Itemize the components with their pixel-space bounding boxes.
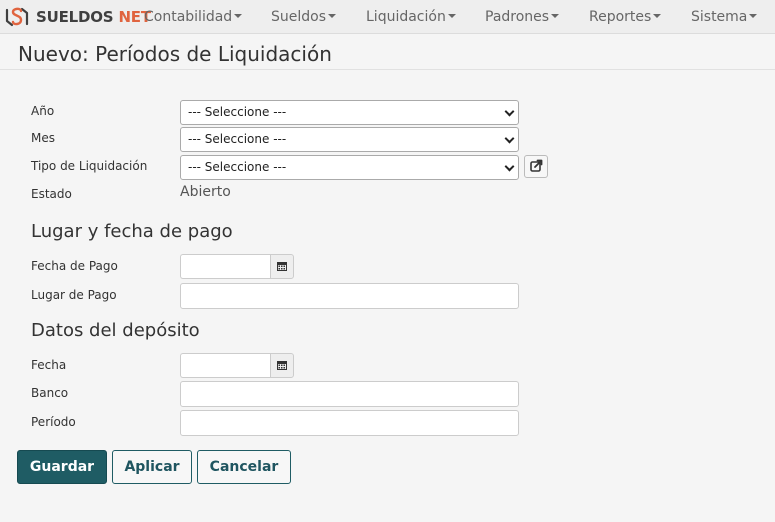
brand-name: SUELDOS NET (36, 8, 151, 26)
fecha-pago-input[interactable] (180, 254, 271, 279)
caret-down-icon (653, 14, 662, 18)
anio-select[interactable]: --- Seleccione --- (180, 100, 519, 125)
guardar-button[interactable]: Guardar (17, 450, 107, 484)
fecha-deposito-calendar-button[interactable] (270, 353, 294, 378)
calendar-icon (277, 361, 287, 370)
cancelar-button[interactable]: Cancelar (197, 450, 291, 484)
tipo-liquidacion-select-value: --- Seleccione --- (188, 160, 287, 174)
lugar-pago-label: Lugar de Pago (31, 288, 117, 302)
fecha-pago-label: Fecha de Pago (31, 259, 118, 273)
lugar-pago-input[interactable] (180, 283, 519, 309)
open-tipo-liquidacion-button[interactable] (524, 155, 548, 178)
menu-liquidacion[interactable]: Liquidación (366, 0, 456, 34)
chevron-down-icon (504, 161, 515, 172)
estado-value: Abierto (180, 184, 231, 200)
chevron-down-icon (504, 133, 515, 144)
menu-reportes[interactable]: Reportes (589, 0, 662, 34)
caret-down-icon (447, 14, 456, 18)
mes-select-value: --- Seleccione --- (188, 132, 287, 146)
menu-contabilidad[interactable]: Contabilidad (144, 0, 243, 34)
periodo-input[interactable] (180, 410, 519, 436)
periodo-label: Período (31, 415, 76, 429)
mes-select[interactable]: --- Seleccione --- (180, 127, 519, 152)
tipo-liquidacion-label: Tipo de Liquidación (31, 159, 148, 173)
caret-down-icon (234, 14, 243, 18)
banco-label: Banco (31, 386, 69, 400)
brand[interactable]: SUELDOS NET (4, 4, 151, 30)
fecha-deposito-input[interactable] (180, 353, 271, 378)
top-navbar: SUELDOS NET Contabilidad Sueldos Liquida… (0, 0, 775, 34)
section-datos-deposito: Datos del depósito (31, 320, 200, 341)
aplicar-button[interactable]: Aplicar (112, 450, 192, 484)
brand-logo-icon (5, 7, 29, 27)
anio-label: Año (31, 104, 55, 118)
chevron-down-icon (504, 106, 515, 117)
caret-down-icon (551, 14, 560, 18)
fecha-pago-calendar-button[interactable] (270, 254, 294, 279)
menu-sistema[interactable]: Sistema (691, 0, 758, 34)
external-link-icon (530, 159, 543, 172)
banco-input[interactable] (180, 381, 519, 407)
page-title: Nuevo: Períodos de Liquidación (18, 42, 332, 66)
caret-down-icon (749, 14, 758, 18)
calendar-icon (277, 262, 287, 271)
tipo-liquidacion-select[interactable]: --- Seleccione --- (180, 155, 519, 180)
fecha-deposito-label: Fecha (31, 358, 67, 372)
menu-padrones[interactable]: Padrones (485, 0, 560, 34)
mes-label: Mes (31, 131, 55, 145)
section-lugar-fecha-pago: Lugar y fecha de pago (31, 221, 233, 242)
title-divider (0, 69, 775, 70)
estado-label: Estado (31, 187, 72, 201)
menu-sueldos[interactable]: Sueldos (271, 0, 337, 34)
caret-down-icon (328, 14, 337, 18)
anio-select-value: --- Seleccione --- (188, 105, 287, 119)
